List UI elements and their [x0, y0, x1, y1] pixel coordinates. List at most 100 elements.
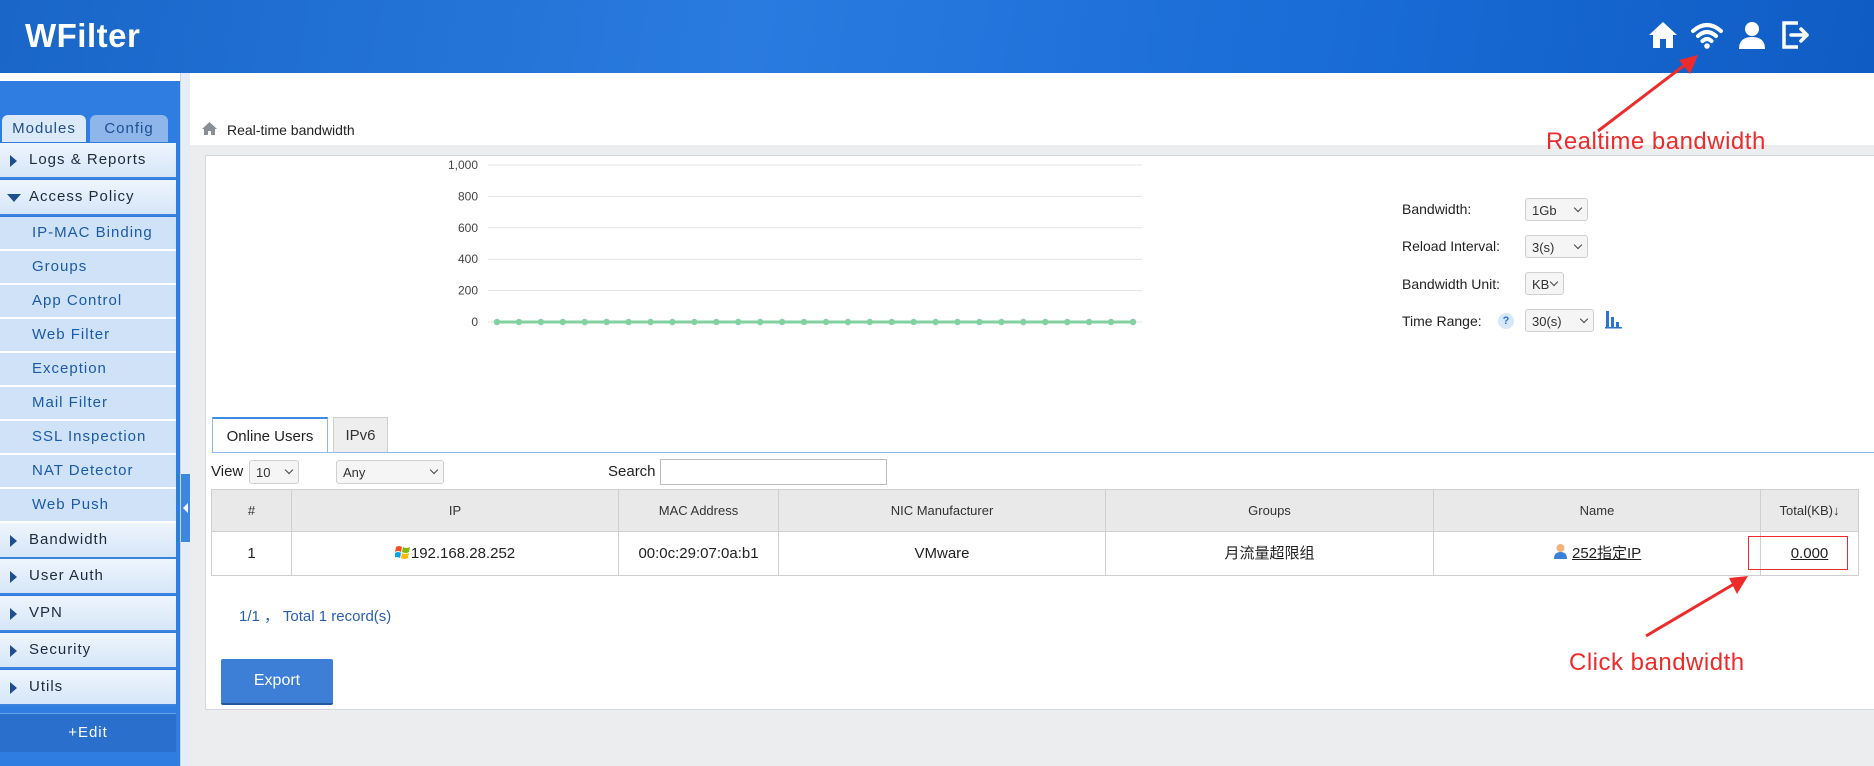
sidebar-item-label: User Auth: [29, 567, 104, 584]
sidebar-item-bandwidth[interactable]: Bandwidth: [0, 523, 176, 559]
sidebar-subitem-label: Web Push: [32, 496, 109, 513]
group-filter-value: Any: [343, 465, 366, 480]
column-header-groups[interactable]: Groups: [1106, 490, 1434, 532]
sidebar-item-label: Access Policy: [29, 188, 135, 205]
sidebar-subitem-web-filter[interactable]: Web Filter: [0, 319, 176, 353]
help-icon[interactable]: ?: [1498, 313, 1514, 329]
data-point: [778, 318, 786, 326]
sidebar-subitem-nat-detector[interactable]: NAT Detector: [0, 455, 176, 489]
data-point: [1020, 318, 1027, 326]
column-header-name[interactable]: Name: [1434, 490, 1761, 532]
data-point: [515, 318, 523, 326]
sidebar-tab-config[interactable]: Config: [90, 115, 168, 142]
wifi-icon[interactable]: [1690, 18, 1724, 52]
data-point: [756, 318, 764, 326]
sidebar-subitem-label: Web Filter: [32, 326, 111, 343]
time-range-label: Time Range:: [1402, 313, 1482, 329]
data-point: [625, 318, 632, 326]
column-header-mac[interactable]: MAC Address: [619, 490, 779, 532]
sidebar-subitem-mail-filter[interactable]: Mail Filter: [0, 387, 176, 421]
view-select[interactable]: 10: [249, 460, 299, 484]
sidebar-collapse-handle[interactable]: [181, 474, 190, 542]
data-point: [1042, 318, 1049, 326]
chevron-down-icon: [7, 194, 21, 202]
chevron-right-icon: [10, 535, 17, 547]
chevron-right-icon: [10, 645, 17, 657]
sidebar-item-user-auth[interactable]: User Auth: [0, 559, 176, 595]
cell-num: 1: [212, 532, 292, 575]
reload-interval-select[interactable]: 3(s): [1525, 235, 1588, 258]
view-label: View: [211, 463, 244, 480]
column-header-total[interactable]: Total(KB)↓: [1761, 490, 1858, 532]
pagination-info: 1/1 ， Total 1 record(s): [239, 608, 392, 625]
time-range-select-value: 30(s): [1532, 314, 1562, 329]
sidebar-item-label: VPN: [29, 604, 63, 621]
sidebar-item-utils[interactable]: Utils: [0, 670, 176, 706]
chevron-down-icon: [1573, 240, 1583, 250]
sidebar-tab-modules[interactable]: Modules: [2, 115, 86, 142]
sidebar-subitem-groups[interactable]: Groups: [0, 251, 176, 285]
annotation-click-bandwidth: Click bandwidth: [1569, 649, 1745, 676]
sidebar-subitem-web-push[interactable]: Web Push: [0, 489, 176, 523]
export-button[interactable]: Export: [221, 659, 333, 705]
sidebar-subitem-label: IP-MAC Binding: [32, 224, 153, 241]
tab-online-users[interactable]: Online Users: [212, 417, 328, 453]
data-point: [844, 318, 852, 326]
annotation-realtime-bandwidth: Realtime bandwidth: [1546, 128, 1766, 155]
chevron-right-icon: [10, 682, 17, 694]
tab-underline: [212, 452, 1874, 453]
data-point: [1129, 318, 1137, 326]
sidebar-subitem-ip-mac-binding[interactable]: IP-MAC Binding: [0, 217, 176, 251]
user-icon[interactable]: [1735, 18, 1769, 52]
bandwidth-chart: 1,000 800 600 400 200 0: [448, 158, 1142, 329]
sidebar-item-logs-reports[interactable]: Logs & Reports: [0, 143, 176, 179]
chevron-down-icon: [1579, 314, 1589, 324]
bandwidth-unit-label: Bandwidth Unit:: [1402, 276, 1501, 292]
data-point: [559, 318, 566, 326]
edit-button[interactable]: +Edit: [0, 713, 176, 752]
column-header-nic[interactable]: NIC Manufacturer: [779, 490, 1106, 532]
y-tick-label: 200: [458, 284, 478, 298]
data-point: [910, 318, 917, 326]
y-tick-label: 1,000: [448, 158, 478, 172]
bandwidth-unit-select[interactable]: KB: [1525, 272, 1564, 295]
view-select-value: 10: [256, 465, 271, 480]
data-point: [1085, 318, 1093, 326]
sidebar-subitem-app-control[interactable]: App Control: [0, 285, 176, 319]
data-point: [976, 318, 983, 326]
sidebar-item-label: Utils: [29, 678, 64, 695]
chart-toggle-icon[interactable]: [1605, 309, 1623, 329]
data-point: [493, 318, 501, 326]
time-range-select[interactable]: 30(s): [1525, 309, 1594, 332]
search-input[interactable]: [660, 459, 887, 485]
data-point: [669, 318, 676, 326]
sidebar-subitem-ssl-inspection[interactable]: SSL Inspection: [0, 421, 176, 455]
y-tick-label: 400: [458, 252, 478, 266]
chevron-right-icon: [10, 608, 17, 620]
data-point: [581, 318, 588, 326]
data-point: [866, 318, 874, 326]
bandwidth-select[interactable]: 1Gb: [1525, 198, 1588, 221]
sidebar-item-access-policy[interactable]: Access Policy: [0, 180, 176, 216]
app-title: WFilter: [25, 17, 141, 54]
logout-icon[interactable]: [1778, 18, 1812, 52]
data-point: [888, 318, 895, 326]
sidebar-item-security[interactable]: Security: [0, 633, 176, 669]
data-point: [691, 318, 698, 326]
reload-interval-label: Reload Interval:: [1402, 238, 1501, 254]
user-name-link[interactable]: 252指定IP: [1572, 545, 1641, 562]
home-icon[interactable]: [1646, 18, 1680, 52]
data-point: [998, 318, 1005, 326]
sidebar-subitem-label: Mail Filter: [32, 394, 109, 411]
tab-ipv6[interactable]: IPv6: [333, 417, 388, 453]
chevron-right-icon: [10, 155, 17, 167]
data-point: [932, 318, 939, 326]
sidebar-subitem-exception[interactable]: Exception: [0, 353, 176, 387]
group-filter-select[interactable]: Any: [336, 460, 444, 484]
column-header-ip[interactable]: IP: [292, 490, 619, 532]
bandwidth-select-value: 1Gb: [1532, 203, 1557, 218]
data-point: [822, 318, 830, 326]
data-point: [603, 318, 610, 326]
sidebar-subitem-label: Exception: [32, 360, 107, 377]
sidebar-item-vpn[interactable]: VPN: [0, 596, 176, 632]
